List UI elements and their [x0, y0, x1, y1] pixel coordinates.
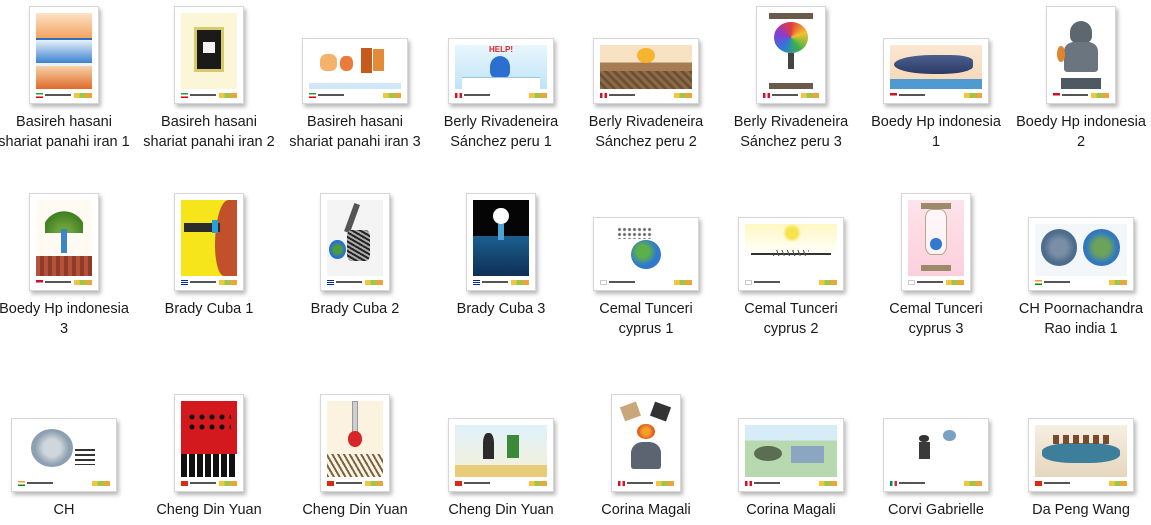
- cartoon-image-icon: [174, 193, 244, 291]
- cartoon-image-icon: [174, 6, 244, 104]
- cartoon-image-icon: [11, 418, 117, 492]
- cartoon-image-icon: [320, 394, 390, 492]
- file-name[interactable]: Berly Rivadeneira Sánchez peru 2: [576, 112, 716, 152]
- file-item[interactable]: Cemal Tunceri cyprus 3: [866, 187, 1006, 339]
- file-item[interactable]: Basireh hasani shariat panahi iran 2: [139, 0, 279, 152]
- cartoon-image-icon: [738, 418, 844, 492]
- file-name[interactable]: Berly Rivadeneira Sánchez peru 1: [431, 112, 571, 152]
- cartoon-image-icon: [756, 6, 826, 104]
- file-item[interactable]: Corina Magali: [721, 388, 861, 520]
- cartoon-image-icon: [29, 6, 99, 104]
- file-name[interactable]: Da Peng Wang: [1011, 500, 1151, 520]
- file-name[interactable]: Corina Magali: [576, 500, 716, 520]
- cartoon-image-icon: [29, 193, 99, 291]
- file-item[interactable]: Boedy Hp indonesia 2: [1011, 0, 1151, 152]
- file-name[interactable]: Boedy Hp indonesia 2: [1011, 112, 1151, 152]
- cartoon-image-icon: [738, 217, 844, 291]
- file-name[interactable]: Cheng Din Yuan: [431, 500, 571, 520]
- file-name[interactable]: Basireh hasani shariat panahi iran 2: [139, 112, 279, 152]
- file-item[interactable]: Corina Magali: [576, 388, 716, 520]
- cartoon-image-icon: [448, 418, 554, 492]
- file-name[interactable]: Corina Magali: [721, 500, 861, 520]
- file-name[interactable]: CH: [0, 500, 134, 520]
- file-name[interactable]: Brady Cuba 2: [285, 299, 425, 319]
- file-name[interactable]: Cemal Tunceri cyprus 3: [866, 299, 1006, 339]
- file-item[interactable]: Berly Rivadeneira Sánchez peru 3: [721, 0, 861, 152]
- file-item[interactable]: Boedy Hp indonesia 3: [0, 187, 134, 339]
- file-name[interactable]: Brady Cuba 3: [431, 299, 571, 319]
- file-name[interactable]: Cheng Din Yuan: [285, 500, 425, 520]
- file-name[interactable]: Brady Cuba 1: [139, 299, 279, 319]
- file-item[interactable]: Cemal Tunceri cyprus 2: [721, 187, 861, 339]
- file-name[interactable]: Basireh hasani shariat panahi iran 3: [285, 112, 425, 152]
- cartoon-image-icon: [611, 394, 681, 492]
- file-item[interactable]: Brady Cuba 3: [431, 187, 571, 319]
- file-item[interactable]: Boedy Hp indonesia 1: [866, 0, 1006, 152]
- file-item[interactable]: CH Poornachandra Rao india 1: [1011, 187, 1151, 339]
- file-item[interactable]: Basireh hasani shariat panahi iran 3: [285, 0, 425, 152]
- file-item[interactable]: Cemal Tunceri cyprus 1: [576, 187, 716, 339]
- cartoon-image-icon: [883, 418, 989, 492]
- file-item[interactable]: Berly Rivadeneira Sánchez peru 2: [576, 0, 716, 152]
- cartoon-image-icon: [901, 193, 971, 291]
- file-name[interactable]: Cheng Din Yuan: [139, 500, 279, 520]
- cartoon-image-icon: [883, 38, 989, 104]
- file-name[interactable]: Corvi Gabrielle: [866, 500, 1006, 520]
- file-item[interactable]: Cheng Din Yuan: [431, 388, 571, 520]
- file-name[interactable]: Boedy Hp indonesia 1: [866, 112, 1006, 152]
- cartoon-image-icon: HELP!: [448, 38, 554, 104]
- cartoon-image-icon: [1028, 418, 1134, 492]
- file-item[interactable]: Da Peng Wang: [1011, 388, 1151, 520]
- cartoon-image-icon: [466, 193, 536, 291]
- cartoon-image-icon: [1028, 217, 1134, 291]
- cartoon-image-icon: [320, 193, 390, 291]
- cartoon-image-icon: [1046, 6, 1116, 104]
- file-name[interactable]: Berly Rivadeneira Sánchez peru 3: [721, 112, 861, 152]
- file-name[interactable]: Basireh hasani shariat panahi iran 1: [0, 112, 134, 152]
- cartoon-image-icon: [174, 394, 244, 492]
- file-item[interactable]: Basireh hasani shariat panahi iran 1: [0, 0, 134, 152]
- file-name[interactable]: Cemal Tunceri cyprus 2: [721, 299, 861, 339]
- file-name[interactable]: Cemal Tunceri cyprus 1: [576, 299, 716, 339]
- file-item[interactable]: Brady Cuba 2: [285, 187, 425, 319]
- file-item[interactable]: Brady Cuba 1: [139, 187, 279, 319]
- thumb-help-text: HELP!: [489, 45, 513, 54]
- cartoon-image-icon: [593, 217, 699, 291]
- file-grid: Basireh hasani shariat panahi iran 1 Bas…: [0, 0, 1151, 525]
- file-item[interactable]: Cheng Din Yuan: [285, 388, 425, 520]
- file-item[interactable]: Cheng Din Yuan: [139, 388, 279, 520]
- file-name[interactable]: CH Poornachandra Rao india 1: [1011, 299, 1151, 339]
- file-item[interactable]: HELP! Berly Rivadeneira Sánchez peru 1: [431, 0, 571, 152]
- cartoon-image-icon: [593, 38, 699, 104]
- file-item[interactable]: Corvi Gabrielle: [866, 388, 1006, 520]
- cartoon-image-icon: [302, 38, 408, 104]
- file-item[interactable]: CH: [0, 388, 134, 520]
- file-name[interactable]: Boedy Hp indonesia 3: [0, 299, 134, 339]
